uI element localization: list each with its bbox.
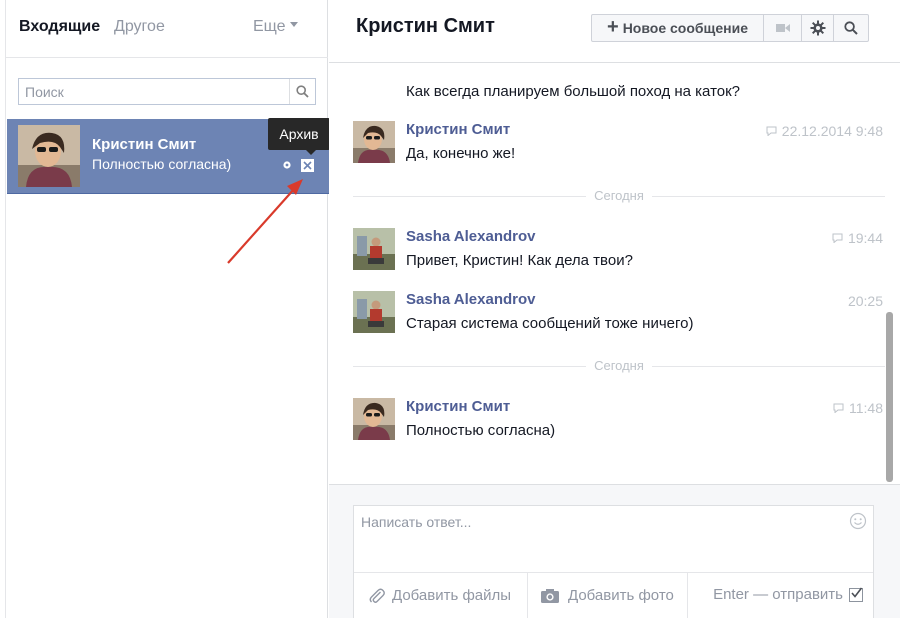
message-text: Привет, Кристин! Как дела твои?: [406, 252, 633, 269]
emoji-icon[interactable]: [849, 512, 867, 530]
speech-bubble-icon: [832, 233, 843, 243]
message-time: 20:25: [847, 293, 883, 309]
thread-panel: Кристин Смит + Новое сообщение Как всегд…: [329, 0, 900, 618]
message-item: Кристин Смит Полностью согласна) 11:48: [353, 398, 893, 448]
message-text: Да, конечно же!: [406, 145, 516, 162]
search-box: [18, 78, 316, 105]
composer-toolbar: Добавить файлы Добавить фото Enter — отп…: [354, 572, 873, 618]
scrollbar[interactable]: [886, 312, 893, 482]
archive-tooltip: Архив: [268, 118, 330, 155]
day-separator-label: Сегодня: [586, 188, 652, 203]
thread-title: Кристин Смит: [356, 15, 495, 37]
gear-icon: [810, 20, 825, 36]
chevron-down-icon: [289, 22, 298, 28]
speech-bubble-icon: [766, 126, 777, 136]
settings-button[interactable]: [802, 15, 834, 41]
avatar: [353, 398, 395, 440]
message-text: Как всегда планируем большой поход на ка…: [406, 83, 741, 100]
conversation-list-panel: Входящие Другое Еще Кристин Смит Полност…: [5, 0, 330, 618]
annotation-arrow: [227, 179, 303, 264]
message-author-link[interactable]: Sasha Alexandrov: [406, 291, 536, 308]
speech-bubble-icon: [833, 403, 844, 413]
search-icon: [296, 85, 309, 98]
enter-to-send-label: Enter — отправить: [713, 586, 843, 603]
tab-more-dropdown[interactable]: Еще: [253, 18, 298, 36]
message-timestamp: 20:25: [848, 293, 883, 309]
search-input[interactable]: [19, 79, 289, 104]
plus-icon: +: [607, 16, 619, 38]
composer: Добавить файлы Добавить фото Enter — отп…: [353, 505, 874, 618]
day-separator-label: Сегодня: [586, 358, 652, 373]
tab-more-label: Еще: [253, 18, 286, 35]
close-icon: [303, 161, 312, 170]
day-separator: Сегодня: [353, 358, 885, 374]
new-message-label: Новое сообщение: [622, 20, 748, 36]
message-item: Sasha Alexandrov Старая система сообщени…: [353, 291, 893, 341]
video-call-button[interactable]: [764, 15, 802, 41]
avatar: [353, 228, 395, 270]
reply-input[interactable]: [354, 506, 842, 572]
enter-to-send-checkbox[interactable]: [849, 587, 863, 602]
message-time: 22.12.2014 9:48: [781, 123, 883, 139]
gear-icon[interactable]: [282, 160, 292, 170]
conversation-snippet: Полностью согласна): [92, 156, 232, 172]
message-author-link[interactable]: Кристин Смит: [406, 121, 510, 138]
tab-inbox[interactable]: Входящие: [19, 18, 100, 36]
new-message-button[interactable]: + Новое сообщение: [592, 15, 764, 41]
folder-tabs: Входящие Другое Еще: [6, 0, 328, 58]
message-item: Кристин Смит Да, конечно же! 22.12.2014 …: [353, 121, 893, 171]
enter-to-send-toggle[interactable]: Enter — отправить: [713, 586, 863, 603]
search-icon: [844, 21, 858, 35]
add-photo-button[interactable]: Добавить фото: [528, 572, 688, 618]
conversation-name: Кристин Смит: [92, 136, 197, 153]
message-item: Sasha Alexandrov Привет, Кристин! Как де…: [353, 228, 893, 278]
avatar: [18, 125, 80, 187]
message-text: Старая система сообщений тоже ничего): [406, 315, 694, 332]
avatar: [353, 121, 395, 163]
message-author-link[interactable]: Sasha Alexandrov: [406, 228, 536, 245]
attach-files-label: Добавить файлы: [392, 587, 512, 604]
message-timestamp: 11:48: [833, 400, 883, 416]
day-separator: Сегодня: [353, 188, 885, 204]
message-timestamp: 19:44: [832, 230, 883, 246]
camera-icon: [541, 588, 559, 603]
message-timestamp: 22.12.2014 9:48: [766, 123, 883, 139]
search-button[interactable]: [289, 79, 315, 104]
message-author-link[interactable]: Кристин Смит: [406, 398, 510, 415]
checkmark-icon: [851, 587, 863, 598]
composer-area: Добавить файлы Добавить фото Enter — отп…: [329, 484, 900, 618]
video-camera-icon: [775, 24, 790, 32]
thread-toolbar: + Новое сообщение: [591, 14, 869, 42]
message-list: Как всегда планируем большой поход на ка…: [329, 63, 900, 483]
thread-header: Кристин Смит + Новое сообщение: [329, 0, 900, 63]
avatar: [353, 291, 395, 333]
message-time: 19:44: [847, 230, 883, 246]
tab-other[interactable]: Другое: [114, 18, 165, 36]
search-thread-button[interactable]: [834, 15, 868, 41]
message-text: Полностью согласна): [406, 422, 556, 439]
add-photo-label: Добавить фото: [568, 587, 674, 604]
paperclip-icon: [369, 588, 385, 603]
message-time: 11:48: [849, 400, 883, 416]
attach-files-button[interactable]: Добавить файлы: [354, 572, 528, 618]
